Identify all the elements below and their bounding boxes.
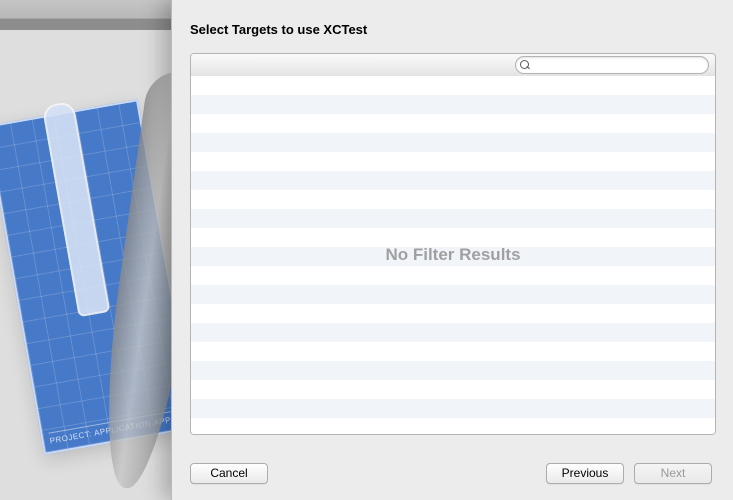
list-header — [191, 54, 715, 77]
list-stripes — [191, 76, 715, 434]
search-input[interactable] — [533, 57, 704, 73]
target-list: No Filter Results — [190, 53, 716, 435]
next-button[interactable]: Next — [634, 463, 712, 484]
modal-sheet: Select Targets to use XCTest No Filter R… — [171, 0, 733, 500]
search-icon — [520, 60, 530, 70]
previous-button[interactable]: Previous — [546, 463, 624, 484]
cancel-button[interactable]: Cancel — [190, 463, 268, 484]
search-field-container[interactable] — [515, 56, 709, 74]
button-row: Cancel Previous Next — [190, 460, 712, 486]
sheet-title: Select Targets to use XCTest — [190, 22, 712, 37]
list-body[interactable]: No Filter Results — [191, 76, 715, 434]
